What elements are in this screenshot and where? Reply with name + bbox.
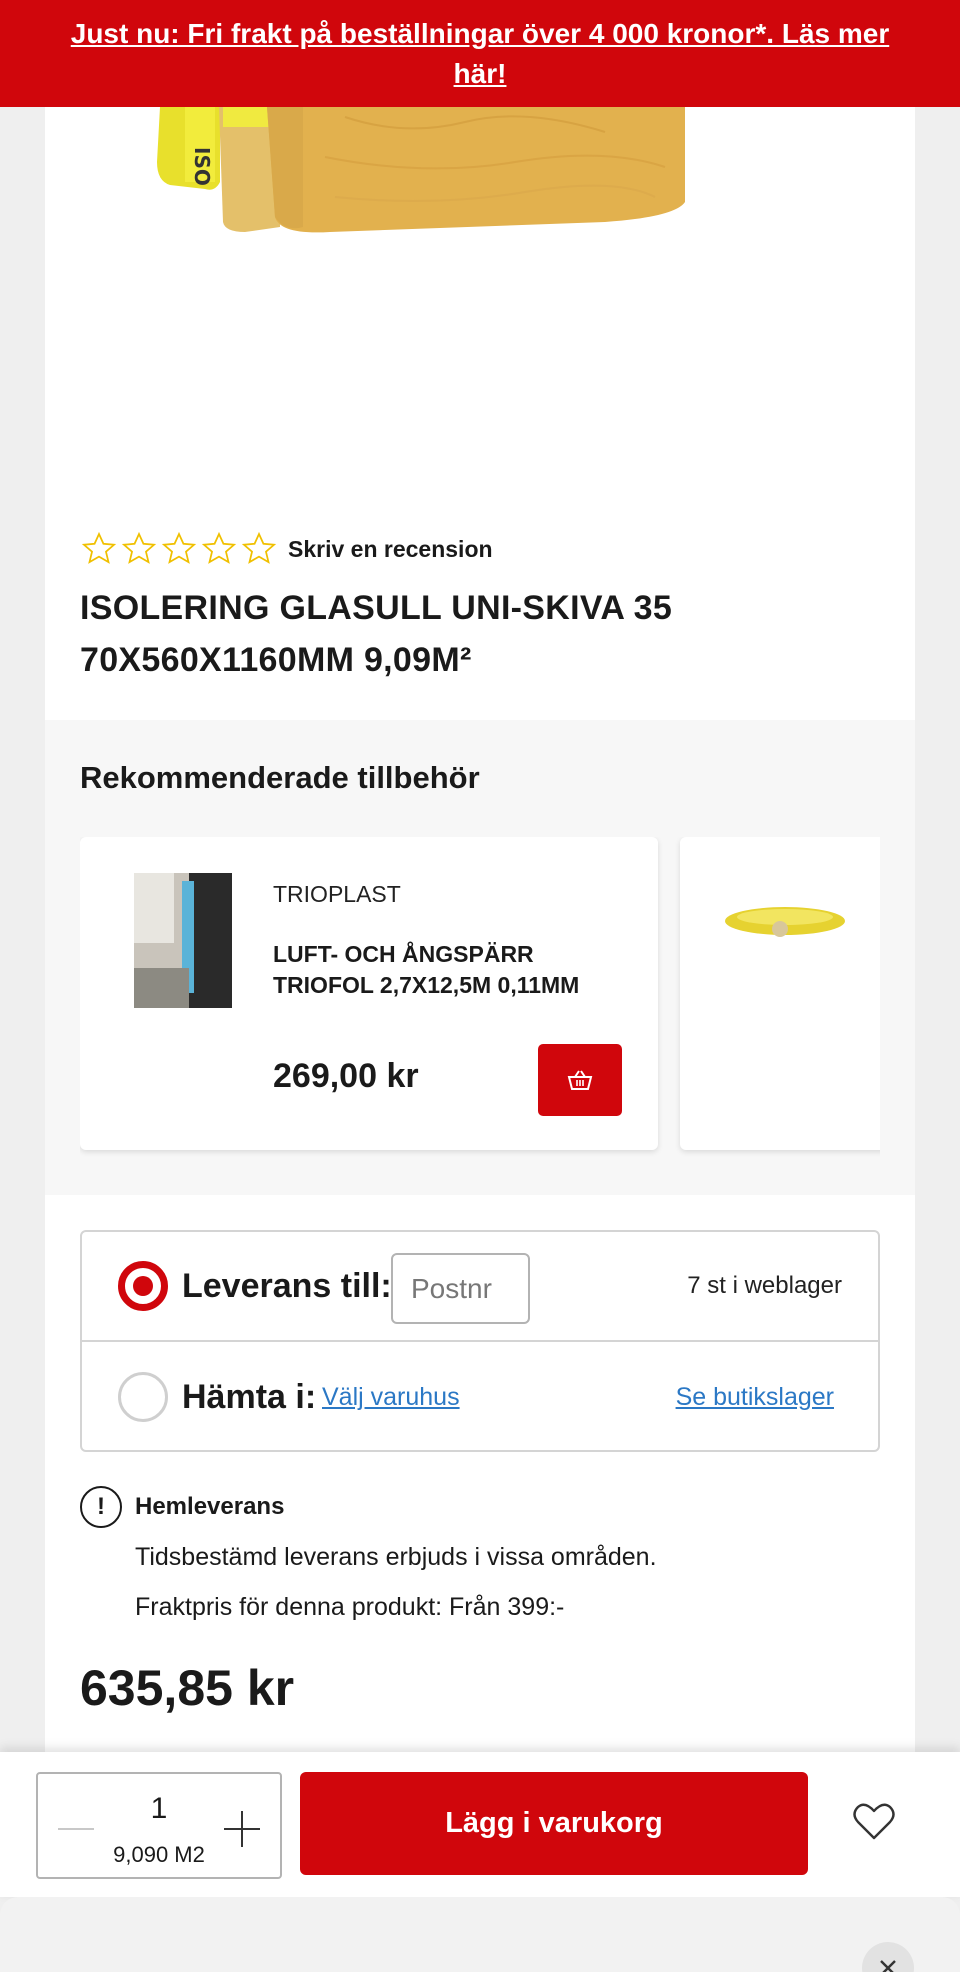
svg-text:ISO: ISO [190,147,214,186]
star-icon [201,531,237,564]
home-delivery-text: Tidsbestämd leverans erbjuds i vissa omr… [135,1543,657,1571]
product-thumbnail[interactable] [134,873,232,1008]
delivery-option-row[interactable]: Leverans till: 7 st i weblager [82,1232,878,1342]
choose-store-link[interactable]: Välj varuhus [322,1383,460,1412]
recommended-product-name[interactable]: LUFT- OCH ÅNGSPÄRR TRIOFOL 2,7X12,5M 0,1… [273,939,613,1001]
home-delivery-title: Hemleverans [135,1493,285,1520]
delivery-label: Leverans till: [182,1266,392,1305]
bottom-sheet [0,1897,960,1972]
web-stock-text: 7 st i weblager [687,1272,842,1299]
product-price: 635,85 kr [80,1660,295,1716]
pickup-option-row[interactable]: Hämta i: Välj varuhus Se butikslager [82,1342,878,1452]
add-to-cart-button[interactable] [538,1044,622,1116]
delivery-radio[interactable] [118,1261,168,1311]
star-icon [81,531,117,564]
promo-banner-text[interactable]: Just nu: Fri frakt på beställningar över… [50,14,910,94]
store-stock-link[interactable]: Se butikslager [676,1383,834,1412]
add-to-cart-main-button[interactable]: Lägg i varukorg [300,1772,808,1875]
purchase-bar: 1 9,090 M2 Lägg i varukorg [0,1752,960,1897]
heart-icon[interactable] [852,1802,896,1842]
star-icon [241,531,277,564]
quantity-stepper[interactable]: 1 9,090 M2 [36,1772,282,1879]
rating-row: Skriv en recension [80,530,493,568]
pickup-label: Hämta i: [182,1377,317,1416]
star-icon [121,531,157,564]
recommended-brand: TRIOPLAST [273,881,401,907]
rating-stars[interactable] [80,530,278,568]
recommended-card[interactable] [680,837,880,1150]
product-image[interactable]: ISO [45,107,915,507]
pickup-radio[interactable] [118,1372,168,1422]
recommended-carousel[interactable]: TRIOPLAST LUFT- OCH ÅNGSPÄRR TRIOFOL 2,7… [80,837,880,1157]
write-review-link[interactable]: Skriv en recension [288,536,493,563]
plus-icon[interactable] [222,1809,262,1849]
delivery-options: Leverans till: 7 st i weblager Hämta i: … [80,1230,880,1452]
basket-icon [567,1070,593,1090]
postnr-input[interactable] [391,1253,530,1324]
recommended-title: Rekommenderade tillbehör [80,760,480,795]
product-title: ISOLERING GLASULL UNI-SKIVA 35 70X560X11… [80,589,673,679]
recommended-price: 269,00 kr [273,1057,419,1095]
recommended-section: Rekommenderade tillbehör TRIOPLAST LUFT-… [45,720,915,1195]
product-thumbnail[interactable] [720,897,850,947]
star-icon [161,531,197,564]
exclamation-icon: ! [80,1486,122,1528]
shipping-price-text: Fraktpris för denna produkt: Från 399:- [135,1593,565,1621]
recommended-card[interactable]: TRIOPLAST LUFT- OCH ÅNGSPÄRR TRIOFOL 2,7… [80,837,658,1150]
promo-banner[interactable]: Just nu: Fri frakt på beställningar över… [0,0,960,107]
